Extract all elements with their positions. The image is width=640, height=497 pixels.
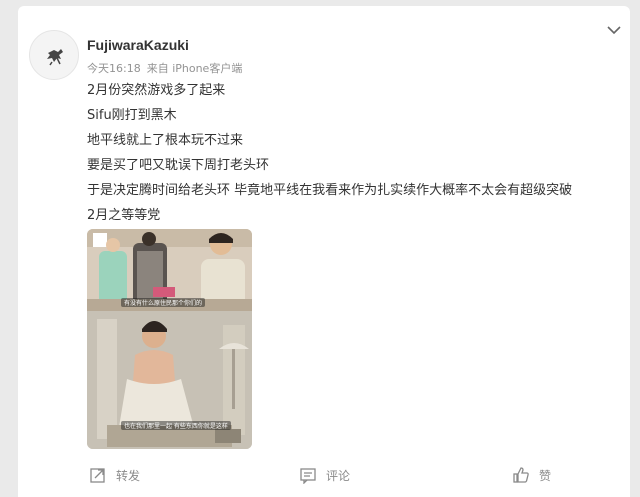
repost-icon	[90, 468, 105, 483]
post-text-line-6: 2月之等等党	[87, 208, 161, 223]
post-source: 来自 iPhone客户端	[146, 62, 243, 75]
comment-button[interactable]: 评论	[299, 463, 350, 487]
repost-button[interactable]: 转发	[89, 463, 140, 487]
post-text-line-4: 要是买了吧又耽误下周打老头环	[87, 158, 270, 173]
image-caption-bottom: 也在我们那里一起 有些东西你就是这样	[121, 421, 231, 430]
like-label: 赞	[539, 468, 552, 483]
post-text-line-3: 地平线就上了根本玩不过来	[87, 133, 244, 148]
avatar-figure-icon	[47, 49, 63, 66]
repost-label: 转发	[116, 468, 141, 483]
username[interactable]: FujiwaraKazuki	[87, 37, 189, 53]
post-time[interactable]: 今天16:18	[87, 62, 141, 75]
thumbs-up-icon	[513, 467, 529, 483]
post-text-line-1: 2月份突然游戏多了起来	[87, 83, 226, 98]
meme-image-illustration	[87, 229, 252, 449]
avatar[interactable]	[29, 30, 79, 80]
post-meta: 今天16:18 来自 iPhone客户端	[87, 60, 248, 76]
post-text-line-5: 于是决定腾时间给老头环 毕竟地平线在我看来作为扎实续作大概率不太会有超级突破	[87, 183, 573, 198]
chevron-down-icon[interactable]	[604, 22, 624, 38]
comment-icon	[300, 468, 316, 484]
comment-label: 评论	[326, 468, 351, 483]
post-image[interactable]: 有没有什么原住民那个你们的 也在我们那里一起 有些东西你就是这样	[87, 229, 252, 449]
post-text-line-2: Sifu刚打到黑木	[87, 108, 177, 123]
image-caption-top: 有没有什么原住民那个你们的	[121, 298, 206, 307]
like-button[interactable]: 赞	[512, 463, 551, 487]
